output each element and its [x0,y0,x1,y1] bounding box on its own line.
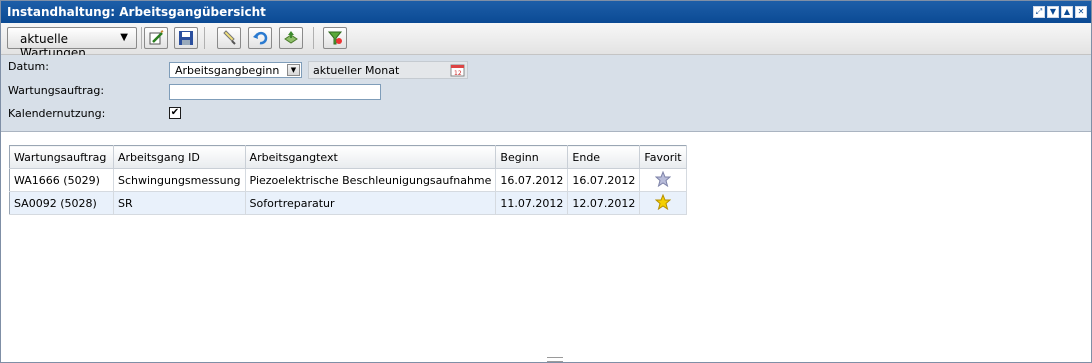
toolbar-separator [141,27,142,49]
title-bar: Instandhaltung: Arbeitsgangübersicht ⤢ ▼… [1,1,1091,23]
table-row[interactable]: SA0092 (5028) SR Sofortreparatur 11.07.2… [9,191,687,215]
undo-icon [253,31,268,45]
period-field[interactable]: aktueller Monat 12 [308,61,468,79]
svg-text:12: 12 [454,70,462,77]
restore-icon[interactable]: ⤢ [1033,6,1045,18]
table-row[interactable]: WA1666 (5029) Schwingungsmessung Piezoel… [9,168,687,192]
save-icon [179,31,193,45]
export-icon [284,31,298,44]
edit-button[interactable] [144,27,168,49]
cell-start: 11.07.2012 [495,191,569,215]
date-label: Datum: [8,60,49,73]
calendar-usage-checkbox[interactable]: ✔ [169,107,181,119]
undo-button[interactable] [248,27,272,49]
down-icon[interactable]: ▼ [1047,6,1059,18]
export-button[interactable] [279,27,303,49]
chevron-down-icon: ▼ [120,32,128,43]
cell-start: 16.07.2012 [495,168,569,192]
cell-favorite [639,168,687,192]
save-button[interactable] [174,27,198,49]
column-header-operation-id[interactable]: Arbeitsgang ID [113,145,246,169]
cell-operation-id: Schwingungsmessung [113,168,246,192]
operations-table: Wartungsauftrag Arbeitsgang ID Arbeitsga… [9,145,687,215]
toolbar-separator [204,27,205,49]
edit-icon [149,30,164,45]
star-filled-icon[interactable] [654,193,672,210]
date-field-value: Arbeitsgangbeginn [175,64,280,77]
cell-order: WA1666 (5029) [9,168,114,192]
window: Instandhaltung: Arbeitsgangübersicht ⤢ ▼… [0,0,1092,363]
filter-button[interactable] [323,27,347,49]
order-input[interactable] [169,84,381,100]
table-header-row: Wartungsauftrag Arbeitsgang ID Arbeitsga… [9,145,687,169]
view-dropdown[interactable]: aktuelle Wartungen ▼ [7,27,137,60]
cell-order: SA0092 (5028) [9,191,114,215]
column-header-operation-text[interactable]: Arbeitsgangtext [245,145,497,169]
column-header-end[interactable]: Ende [567,145,641,169]
chevron-down-icon[interactable]: ▼ [287,64,300,76]
cell-favorite [639,191,687,215]
date-field-select[interactable]: Arbeitsgangbeginn ▼ [169,62,302,78]
filter-panel: Datum: Arbeitsgangbeginn ▼ aktueller Mon… [1,55,1091,132]
cell-operation-text: Sofortreparatur [245,191,497,215]
window-title: Instandhaltung: Arbeitsgangübersicht [7,5,266,19]
filter-icon [327,31,343,45]
cell-end: 16.07.2012 [567,168,641,192]
cell-operation-id: SR [113,191,246,215]
star-empty-icon[interactable] [654,170,672,187]
cell-end: 12.07.2012 [567,191,641,215]
column-header-order[interactable]: Wartungsauftrag [9,145,114,169]
resize-handle[interactable] [547,357,563,362]
toolbar: aktuelle Wartungen ▼ [1,23,1091,60]
up-icon[interactable]: ▲ [1061,6,1073,18]
calendar-usage-label: Kalendernutzung: [8,107,106,120]
order-label: Wartungsauftrag: [8,84,105,97]
cell-operation-text: Piezoelektrische Beschleunigungsaufnahme [245,168,497,192]
highlighter-icon [223,30,236,45]
window-controls: ⤢ ▼ ▲ ✕ [1033,6,1087,18]
column-header-start[interactable]: Beginn [495,145,569,169]
calendar-icon[interactable]: 12 [450,63,465,80]
highlight-button[interactable] [217,27,241,49]
column-header-favorite[interactable]: Favorit [639,145,687,169]
period-value: aktueller Monat [313,64,400,77]
toolbar-separator [313,27,314,49]
close-icon[interactable]: ✕ [1075,6,1087,18]
